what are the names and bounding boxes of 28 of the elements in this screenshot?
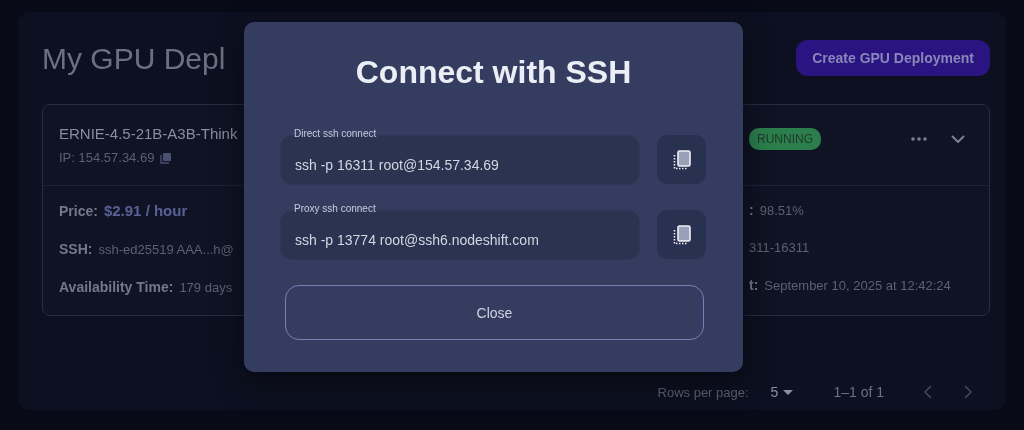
rows-per-page-select[interactable]: 5 <box>770 384 794 400</box>
detail-label: SSH: <box>59 241 93 257</box>
close-button[interactable]: Close <box>285 285 704 340</box>
detail-value: September 10, 2025 at 12:42:24 <box>764 278 951 293</box>
deployment-name: ERNIE-4.5-21B-A3B-Think <box>59 125 239 142</box>
detail-label: Price: <box>59 203 98 219</box>
detail-value: 179 days <box>179 280 233 295</box>
detail-value: ssh-ed25519 AAA...h@ <box>98 242 234 257</box>
page-title: My GPU Depl <box>42 42 226 76</box>
copy-button[interactable] <box>657 210 706 259</box>
detail-value: 311-16311 <box>749 240 810 255</box>
dialog-title: Connect with SSH <box>354 54 633 91</box>
detail-value: $2.91 / hour <box>103 202 188 219</box>
page-range: 1–1 of 1 <box>833 384 884 400</box>
create-deployment-button[interactable]: Create GPU Deployment <box>796 40 990 76</box>
detail-label: Availability Time: <box>59 279 174 295</box>
rows-per-page-label: Rows per page: <box>657 384 749 400</box>
detail-value: 98.51% <box>759 203 804 218</box>
copy-icon <box>672 149 691 170</box>
ip-address: IP: 154.57.34.69 <box>59 150 155 165</box>
detail-label: t: <box>749 277 759 293</box>
more-icon[interactable] <box>911 137 927 141</box>
copy-button[interactable] <box>657 135 706 184</box>
status-badge: RUNNING <box>749 128 821 150</box>
caret-icon <box>783 389 794 395</box>
detail-label: : <box>749 202 754 218</box>
copy-icon <box>672 224 691 245</box>
chevron-down-icon[interactable] <box>951 135 965 143</box>
